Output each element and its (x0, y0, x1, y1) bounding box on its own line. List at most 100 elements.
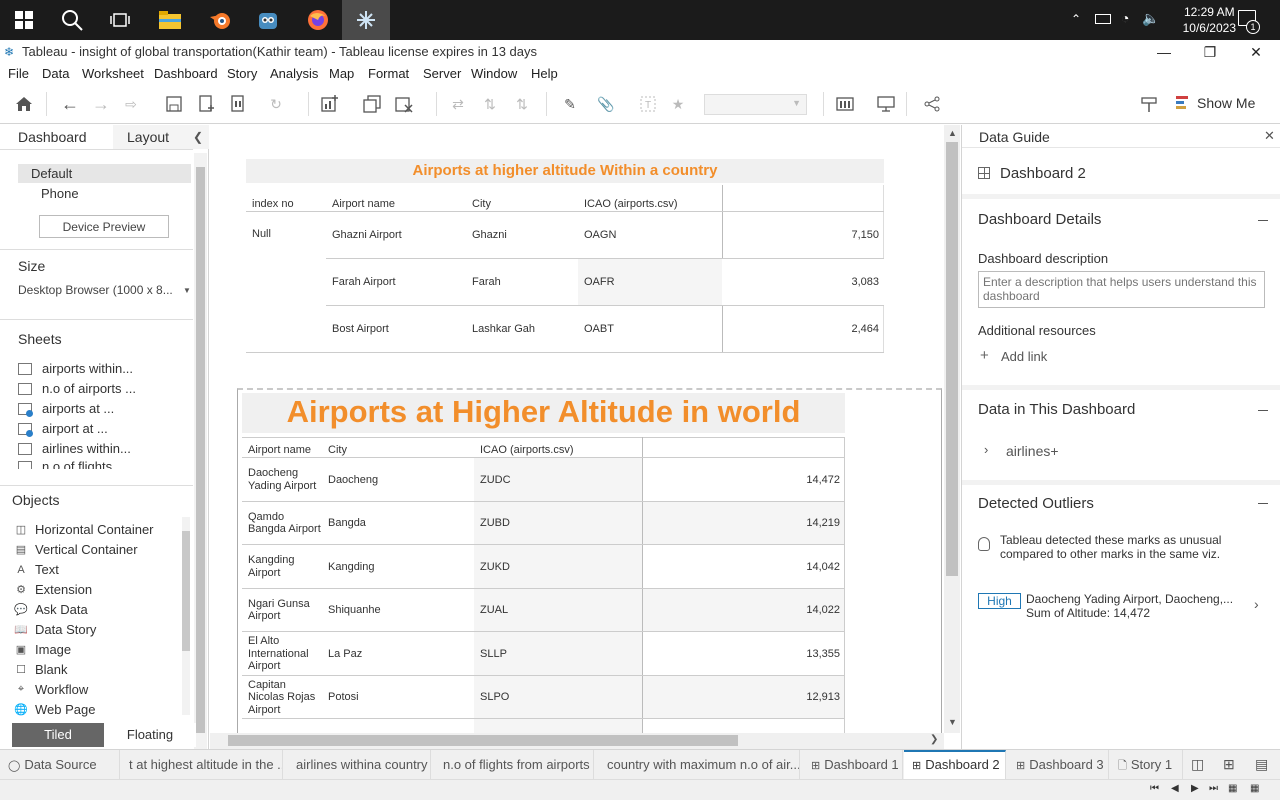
new-worksheet-icon[interactable]: ◫ (1191, 756, 1204, 773)
table-cell[interactable]: OAFR (584, 276, 615, 288)
show-cards-icon[interactable] (836, 94, 856, 114)
godot-icon[interactable] (244, 0, 292, 40)
size-dropdown[interactable]: Desktop Browser (1000 x 8... (18, 283, 173, 297)
taskbar-clock[interactable]: 12:29 AM 10/6/2023 (1183, 4, 1236, 36)
canvas-horizontal-scroll-thumb[interactable] (228, 735, 738, 746)
collapse-section-icon[interactable] (1258, 410, 1268, 411)
column-header[interactable]: ICAO (airports.csv) (480, 444, 574, 456)
city-cell[interactable]: Bangda (328, 502, 468, 546)
device-phone[interactable]: Phone (41, 186, 79, 201)
sheet-item[interactable]: airport at ... (18, 421, 108, 437)
undo-icon[interactable]: ← (60, 94, 80, 114)
object-workflow[interactable]: ⌖ Workflow (14, 682, 88, 697)
tab-sheet[interactable]: n.o of flights from airports (432, 750, 594, 780)
altitude-value[interactable]: 12,913 (647, 676, 840, 720)
redo-icon[interactable]: → (91, 94, 111, 114)
refresh-icon[interactable]: ↻ (266, 94, 286, 114)
floating-button[interactable]: Floating (104, 723, 196, 747)
show-mark-labels-icon[interactable]: T (638, 94, 658, 114)
icao-cell[interactable]: SLPO (480, 676, 630, 720)
tab-dashboard-1[interactable]: ⊞ Dashboard 1 (801, 750, 903, 780)
table-cell[interactable]: Farah (472, 276, 501, 288)
table-cell[interactable]: Ghazni (472, 229, 507, 241)
tab-data-source[interactable]: ◯ Data Source (0, 750, 120, 780)
menu-data[interactable]: Data (42, 66, 69, 81)
tab-dashboard[interactable]: Dashboard (0, 125, 113, 149)
new-worksheet-icon[interactable] (320, 94, 340, 114)
device-default[interactable]: Default (18, 164, 191, 183)
index-cell[interactable]: Null (252, 228, 271, 240)
sheet-item[interactable]: n.o of airports ... (18, 381, 136, 396)
menu-map[interactable]: Map (329, 66, 354, 81)
pin-icon[interactable] (1139, 94, 1159, 114)
icao-cell[interactable]: ZUBD (480, 502, 630, 546)
scroll-up-icon[interactable]: ▲ (948, 128, 957, 138)
data-section-title[interactable]: Data in This Dashboard (978, 401, 1135, 418)
menu-server[interactable]: Server (423, 66, 461, 81)
icao-cell[interactable]: ZUDC (480, 458, 630, 502)
table-row[interactable]: El Alto International Airport La Paz SLLP 1… (242, 632, 845, 676)
object-extension[interactable]: ⚙ Extension (14, 582, 92, 597)
objects-scrollbar-thumb[interactable] (182, 531, 190, 651)
left-panel-scrollbar[interactable] (194, 153, 207, 749)
fix-axes-icon[interactable]: ★ (668, 94, 688, 114)
volume-icon[interactable]: 🔈 (1142, 10, 1159, 27)
sheet-item[interactable]: airlines within... (18, 441, 131, 456)
last-sheet-icon[interactable]: ⏭ (1209, 783, 1218, 794)
highlight-icon[interactable]: ✎ (560, 94, 580, 114)
collapse-section-icon[interactable] (1258, 220, 1268, 221)
new-dashboard-icon[interactable]: ⊞ (1223, 756, 1235, 773)
blender-icon[interactable] (196, 0, 244, 40)
altitude-value[interactable]: 3,083 (726, 276, 879, 288)
task-view-icon[interactable] (96, 0, 144, 40)
object-blank[interactable]: ☐ Blank (14, 662, 67, 677)
share-icon[interactable] (922, 94, 942, 114)
pause-updates-icon[interactable] (228, 94, 248, 114)
tab-dashboard-2[interactable]: ⊞ Dashboard 2 (904, 750, 1006, 780)
firefox-icon[interactable] (294, 0, 342, 40)
sort-ascending-icon[interactable]: ⇅ (480, 94, 500, 114)
airport-name-cell[interactable]: Capitan Nicolas Rojas Airport (248, 676, 324, 720)
outliers-section-title[interactable]: Detected Outliers (978, 495, 1094, 512)
new-data-source-icon[interactable] (196, 94, 216, 114)
table-row[interactable]: Qamdo Bangda Airport Bangda ZUBD 14,219 (242, 501, 845, 546)
device-preview-button[interactable]: Device Preview (39, 215, 169, 238)
table-cell[interactable]: OAGN (584, 229, 616, 241)
add-link-button[interactable]: Add link (1001, 349, 1047, 364)
table-cell[interactable]: Ghazni Airport (332, 229, 402, 241)
scroll-down-icon[interactable]: ▼ (948, 717, 957, 727)
menu-window[interactable]: Window (471, 66, 517, 81)
objects-scrollbar[interactable] (182, 517, 190, 715)
column-header[interactable]: Airport name (248, 444, 311, 456)
tab-story-1[interactable]: 🗋 Story 1 (1110, 750, 1183, 780)
chevron-right-icon[interactable]: › (984, 442, 988, 457)
swap-rows-columns-icon[interactable]: ⇄ (448, 94, 468, 114)
collapse-panel-icon[interactable]: ❮ (193, 130, 203, 144)
viz1-table[interactable]: index no Airport name City ICAO (airport… (246, 185, 884, 353)
city-cell[interactable]: Shiquanhe (328, 589, 468, 633)
outlier-name[interactable]: Daocheng Yading Airport, Daocheng,... (1026, 592, 1246, 606)
altitude-value[interactable]: 14,022 (647, 589, 840, 633)
canvas-horizontal-scrollbar[interactable]: ❯ (210, 733, 944, 749)
left-panel-scrollbar-thumb[interactable] (196, 167, 205, 733)
clear-sheet-icon[interactable] (394, 94, 414, 114)
city-cell[interactable]: Potosi (328, 676, 468, 720)
column-header[interactable]: City (328, 444, 347, 456)
menu-story[interactable]: Story (227, 66, 257, 81)
altitude-value[interactable]: 14,472 (647, 458, 840, 502)
object-image[interactable]: ▣ Image (14, 642, 71, 657)
menu-file[interactable]: File (8, 66, 29, 81)
replace-data-source-icon[interactable]: ⇨ (121, 94, 141, 114)
table-row[interactable]: Ngari Gunsa Airport Shiquanhe ZUAL 14,022 (242, 588, 845, 633)
home-icon[interactable] (14, 94, 34, 114)
table-cell[interactable]: Lashkar Gah (472, 323, 535, 335)
search-icon[interactable] (48, 0, 96, 40)
scroll-right-icon[interactable]: ❯ (930, 734, 938, 745)
data-source-item[interactable]: airlines+ (1006, 443, 1059, 459)
icao-cell[interactable]: ZUAL (480, 589, 630, 633)
airport-name-cell[interactable]: El Alto International Airport (248, 632, 324, 676)
new-story-icon[interactable]: ▤ (1255, 756, 1268, 773)
column-header[interactable]: Airport name (332, 198, 395, 210)
object-horizontal-container[interactable]: ◫ Horizontal Container (14, 522, 154, 537)
table-row[interactable]: Daocheng Yading Airport Daocheng ZUDC 14,47… (242, 458, 845, 502)
